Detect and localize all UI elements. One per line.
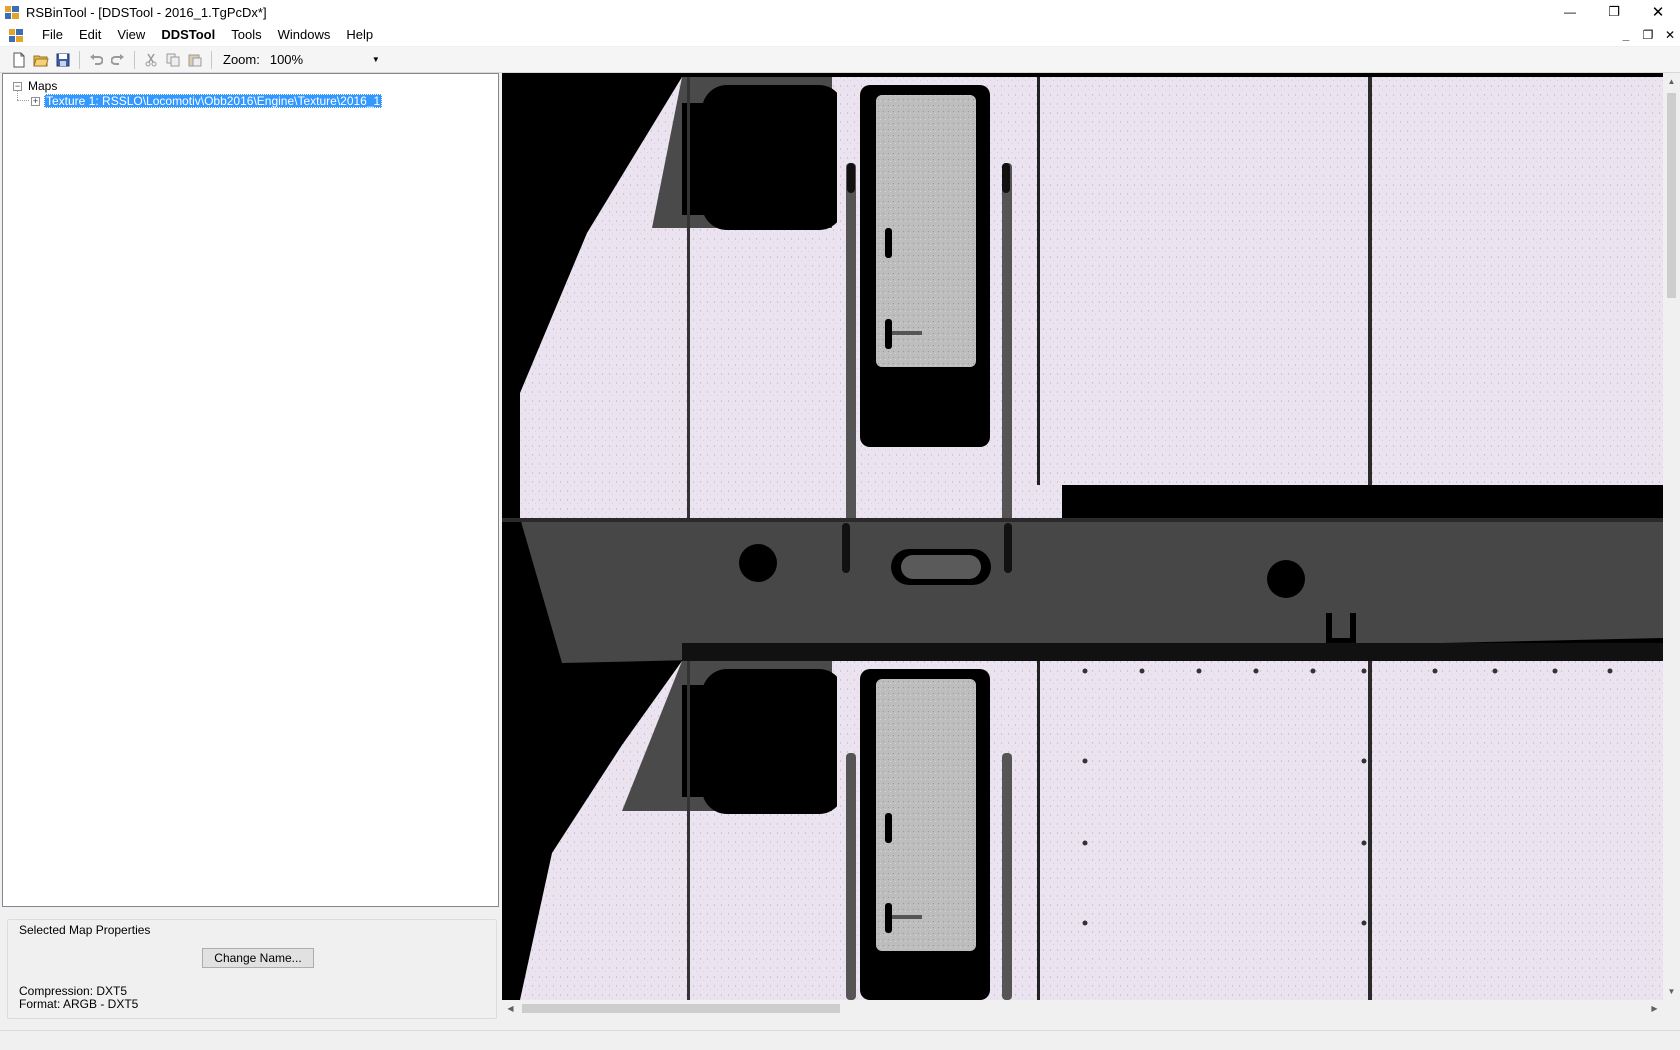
texture-viewer[interactable]: ▲ ▼ ◀ ▶	[502, 73, 1680, 1017]
tree-node-texture[interactable]: + Texture 1: RSSLO\Locomotiv\Obb2016\Eng…	[31, 93, 383, 109]
dark-frame-strip	[502, 518, 1663, 663]
open-icon	[33, 55, 49, 66]
toolbar-separator	[211, 50, 212, 69]
tree-node-label[interactable]: Maps	[26, 79, 59, 93]
scroll-left-icon[interactable]: ◀	[502, 1000, 519, 1017]
toolbar-separator	[134, 50, 135, 69]
zoom-dropdown[interactable]: 100% ▼	[268, 50, 384, 70]
redo-button[interactable]	[107, 49, 129, 71]
copy-button[interactable]	[162, 49, 184, 71]
mdi-minimize-button[interactable]: _	[1620, 28, 1632, 42]
minimize-button[interactable]: —	[1548, 0, 1592, 24]
compression-value: Compression: DXT5	[19, 984, 128, 998]
zoom-label: Zoom:	[223, 52, 260, 67]
chevron-down-icon: ▼	[371, 55, 380, 64]
status-bar	[0, 1030, 1680, 1050]
tree-node-maps[interactable]: − Maps	[13, 78, 59, 94]
close-button[interactable]: ✕	[1636, 0, 1680, 24]
properties-group-box: Selected Map Properties Change Name... C…	[7, 919, 497, 1019]
horizontal-scrollbar[interactable]: ◀ ▶	[502, 1000, 1663, 1017]
copy-icon	[166, 53, 180, 66]
vertical-scroll-thumb[interactable]	[1667, 93, 1676, 298]
save-icon	[56, 53, 70, 66]
menu-file[interactable]: File	[34, 24, 71, 46]
restore-icon: ❐	[1608, 4, 1620, 19]
title-bar: RSBinTool - [DDSTool - 2016_1.TgPcDx*] —…	[0, 0, 1680, 24]
new-button[interactable]	[8, 49, 30, 71]
zoom-value: 100%	[269, 52, 304, 67]
redo-icon	[111, 53, 124, 65]
open-button[interactable]	[30, 49, 52, 71]
texture-image	[502, 73, 1663, 1000]
format-value: Format: ARGB - DXT5	[19, 997, 139, 1011]
vertical-scrollbar[interactable]: ▲ ▼	[1663, 73, 1680, 1000]
scroll-down-icon[interactable]: ▼	[1663, 983, 1680, 1000]
minimize-icon: —	[1564, 5, 1576, 19]
menu-help[interactable]: Help	[338, 24, 381, 46]
mdi-restore-button[interactable]: ❐	[1642, 28, 1654, 42]
scroll-right-icon[interactable]: ▶	[1646, 1000, 1663, 1017]
paste-button[interactable]	[184, 49, 206, 71]
cut-icon	[145, 53, 157, 66]
tree-connector	[17, 100, 29, 101]
mdi-close-button[interactable]: ✕	[1664, 28, 1676, 42]
menu-tools[interactable]: Tools	[223, 24, 269, 46]
upper-body-panel	[520, 77, 1663, 543]
close-icon: ✕	[1651, 4, 1665, 21]
child-window-icon[interactable]	[8, 27, 24, 43]
save-button[interactable]	[52, 49, 74, 71]
maps-tree-view[interactable]: − Maps + Texture 1: RSSLO\Locomotiv\Obb2…	[2, 73, 499, 907]
toolbar-separator	[79, 50, 80, 69]
horizontal-scroll-thumb[interactable]	[522, 1004, 840, 1013]
paste-icon	[188, 54, 202, 66]
group-title: Selected Map Properties	[16, 923, 154, 937]
menu-view[interactable]: View	[109, 24, 153, 46]
toolbar: Zoom: 100% ▼	[0, 47, 1680, 73]
undo-button[interactable]	[85, 49, 107, 71]
cut-button[interactable]	[140, 49, 162, 71]
scroll-up-icon[interactable]: ▲	[1663, 73, 1680, 90]
expand-icon[interactable]: +	[31, 96, 40, 106]
tree-node-label-selected[interactable]: Texture 1: RSSLO\Locomotiv\Obb2016\Engin…	[44, 94, 383, 108]
lower-body-panel	[520, 661, 1663, 1000]
new-icon	[13, 52, 25, 67]
menu-bar: File Edit View DDSTool Tools Windows Hel…	[0, 24, 1680, 46]
selected-map-properties-panel: Selected Map Properties Change Name... C…	[2, 908, 499, 1023]
undo-icon	[90, 53, 103, 65]
menu-windows[interactable]: Windows	[270, 24, 339, 46]
menu-edit[interactable]: Edit	[71, 24, 109, 46]
scroll-corner	[1663, 1000, 1680, 1017]
window-title: RSBinTool - [DDSTool - 2016_1.TgPcDx*]	[26, 4, 267, 20]
restore-button[interactable]: ❐	[1592, 0, 1636, 24]
app-icon[interactable]	[4, 4, 20, 20]
collapse-icon[interactable]: −	[13, 81, 22, 91]
change-name-button[interactable]: Change Name...	[202, 948, 314, 968]
menu-ddstool[interactable]: DDSTool	[153, 24, 223, 46]
